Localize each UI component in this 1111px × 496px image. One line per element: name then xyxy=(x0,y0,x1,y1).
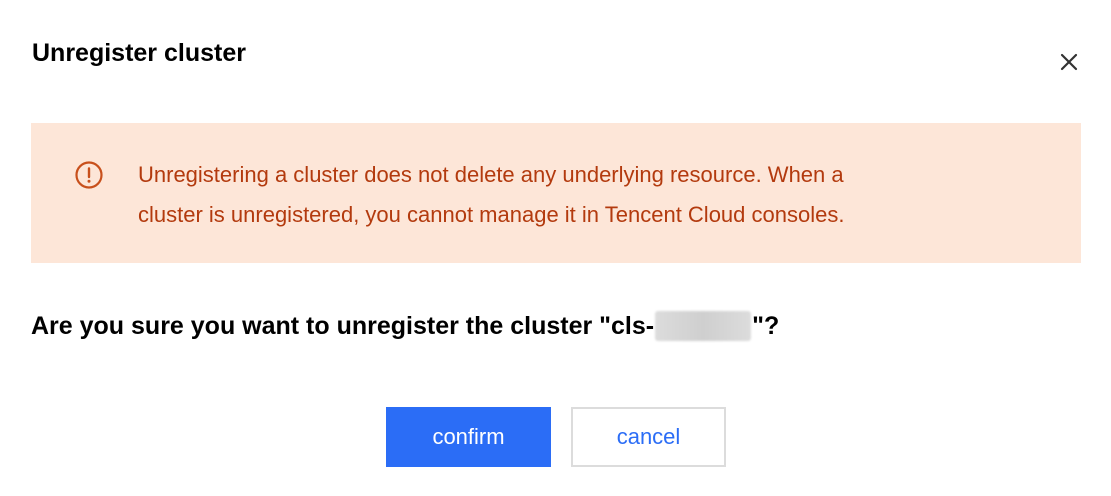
alert-message-line-2: cluster is unregistered, you cannot mana… xyxy=(138,202,845,227)
confirm-button[interactable]: confirm xyxy=(386,407,551,467)
cancel-button[interactable]: cancel xyxy=(571,407,726,467)
close-button[interactable] xyxy=(1054,47,1084,77)
close-icon xyxy=(1060,53,1078,71)
unregister-cluster-dialog: Unregister cluster Unregistering a clust… xyxy=(0,0,1111,496)
redacted-cluster-id xyxy=(655,311,752,341)
question-prefix: Are you sure you want to unregister the … xyxy=(31,312,655,340)
question-suffix: "? xyxy=(752,312,780,340)
alert-message-line-1: Unregistering a cluster does not delete … xyxy=(138,162,844,187)
alert-message: Unregistering a cluster does not delete … xyxy=(138,155,1038,235)
exclamation-circle-icon xyxy=(75,161,103,189)
confirmation-question: Are you sure you want to unregister the … xyxy=(31,308,779,344)
dialog-title: Unregister cluster xyxy=(32,39,246,67)
